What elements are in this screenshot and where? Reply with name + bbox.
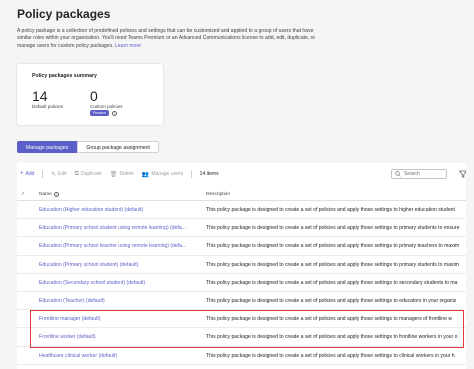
manage-users-label: Manage users: [151, 171, 184, 177]
package-description: This policy package is designed to creat…: [206, 352, 455, 359]
duplicate-button[interactable]: ⧉ Duplicate: [75, 171, 102, 178]
package-name-link[interactable]: Education (Primary school student using …: [39, 225, 201, 231]
package-description: This policy package is designed to creat…: [206, 279, 458, 286]
tab-group-package-assignment[interactable]: Group package assignment: [77, 141, 159, 153]
table-row[interactable]: Education (Primary school teacher using …: [17, 237, 474, 256]
scrollbar[interactable]: [466, 163, 474, 369]
search-placeholder: Search: [404, 171, 420, 177]
tab-bar: Manage packages Group package assignment: [17, 141, 159, 153]
delete-icon: 🗑: [109, 171, 118, 178]
package-rows: Education (Higher education student) (de…: [17, 201, 474, 365]
package-name-link[interactable]: Education (Teacher) (default): [39, 298, 201, 304]
add-button[interactable]: + Add: [20, 171, 34, 177]
package-description: This policy package is designed to creat…: [206, 297, 457, 304]
package-description: This policy package is designed to creat…: [206, 316, 453, 323]
default-policies-count: 14: [32, 88, 48, 104]
info-icon: i: [53, 192, 59, 197]
table-row[interactable]: Frontline worker (default) This policy p…: [17, 328, 474, 347]
grid-header: ✓ Name i Description: [17, 187, 474, 201]
add-label: Add: [25, 171, 35, 177]
table-row[interactable]: Healthcare clinical worker (default) Thi…: [17, 347, 474, 365]
package-name-link[interactable]: Education (Higher education student) (de…: [39, 207, 201, 213]
toolbar-divider: [191, 170, 192, 178]
table-row[interactable]: Education (Primary school student using …: [17, 219, 474, 238]
tab-manage-packages[interactable]: Manage packages: [17, 141, 78, 153]
edit-button[interactable]: ✎ Edit: [51, 171, 67, 178]
delete-button[interactable]: 🗑 Delete: [110, 171, 134, 178]
table-row[interactable]: Frontline manager (default) This policy …: [17, 310, 474, 329]
packages-panel: + Add ✎ Edit ⧉ Duplicate 🗑 Delete 👥 Mana…: [17, 163, 474, 369]
package-name-link[interactable]: Education (Primary school teacher using …: [39, 243, 201, 249]
edit-icon: ✎: [51, 171, 57, 178]
custom-policies-count: 0: [90, 88, 98, 104]
name-column-header[interactable]: Name i: [39, 192, 59, 197]
package-name-link[interactable]: Education (Primary school student) (defa…: [39, 262, 201, 268]
premium-badge: Premium: [90, 110, 109, 116]
custom-policies-label: Custom policies: [90, 104, 123, 109]
duplicate-icon: ⧉: [74, 170, 79, 177]
package-description: This policy package is designed to creat…: [206, 334, 458, 341]
add-icon: +: [20, 171, 24, 177]
summary-title: Policy packages summary: [32, 73, 97, 79]
manage-users-button[interactable]: 👥 Manage users: [142, 171, 183, 178]
default-policies-label: Default policies: [32, 104, 64, 109]
custom-policies-stat: 0 Custom policies Premium i: [90, 89, 122, 116]
package-description: This policy package is designed to creat…: [206, 261, 459, 268]
learn-more-link[interactable]: Learn more: [115, 43, 141, 49]
package-description: This policy package is designed to creat…: [206, 243, 460, 250]
page-title: Policy packages: [17, 7, 111, 21]
table-row[interactable]: Education (Secondary school student) (de…: [17, 274, 474, 292]
toolbar: + Add ✎ Edit ⧉ Duplicate 🗑 Delete 👥 Mana…: [17, 167, 474, 181]
intro-description: A policy package is a collection of pred…: [17, 28, 316, 49]
package-name-link[interactable]: Healthcare clinical worker (default): [39, 353, 201, 359]
table-row[interactable]: Education (Teacher) (default) This polic…: [17, 292, 474, 311]
package-name-link[interactable]: Frontline worker (default): [39, 334, 201, 340]
toolbar-divider: [42, 170, 44, 178]
table-row[interactable]: Education (Higher education student) (de…: [17, 201, 474, 220]
description-column-header: Description: [206, 192, 230, 197]
package-description: This policy package is designed to creat…: [206, 207, 455, 213]
custom-policies-extra: Premium i: [90, 110, 122, 116]
package-name-link[interactable]: Education (Secondary school student) (de…: [39, 280, 201, 286]
edit-label: Edit: [58, 171, 67, 177]
info-icon[interactable]: i: [111, 110, 117, 116]
intro-text: A policy package is a collection of pred…: [17, 28, 317, 50]
duplicate-label: Duplicate: [80, 171, 102, 177]
summary-card: Policy packages summary 14 Default polic…: [17, 64, 163, 125]
search-icon: [395, 171, 401, 177]
delete-label: Delete: [119, 171, 134, 177]
item-count: 14 items: [199, 171, 219, 177]
default-policies-stat: 14 Default policies: [32, 89, 63, 109]
search-input[interactable]: Search: [391, 169, 447, 179]
package-description: This policy package is designed to creat…: [206, 225, 460, 232]
package-name-link[interactable]: Frontline manager (default): [39, 316, 201, 322]
table-row[interactable]: Education (Primary school student) (defa…: [17, 256, 474, 274]
name-column-label: Name: [39, 192, 52, 197]
select-all-checkbox[interactable]: ✓: [21, 191, 25, 197]
manage-users-icon: 👥: [141, 171, 150, 178]
